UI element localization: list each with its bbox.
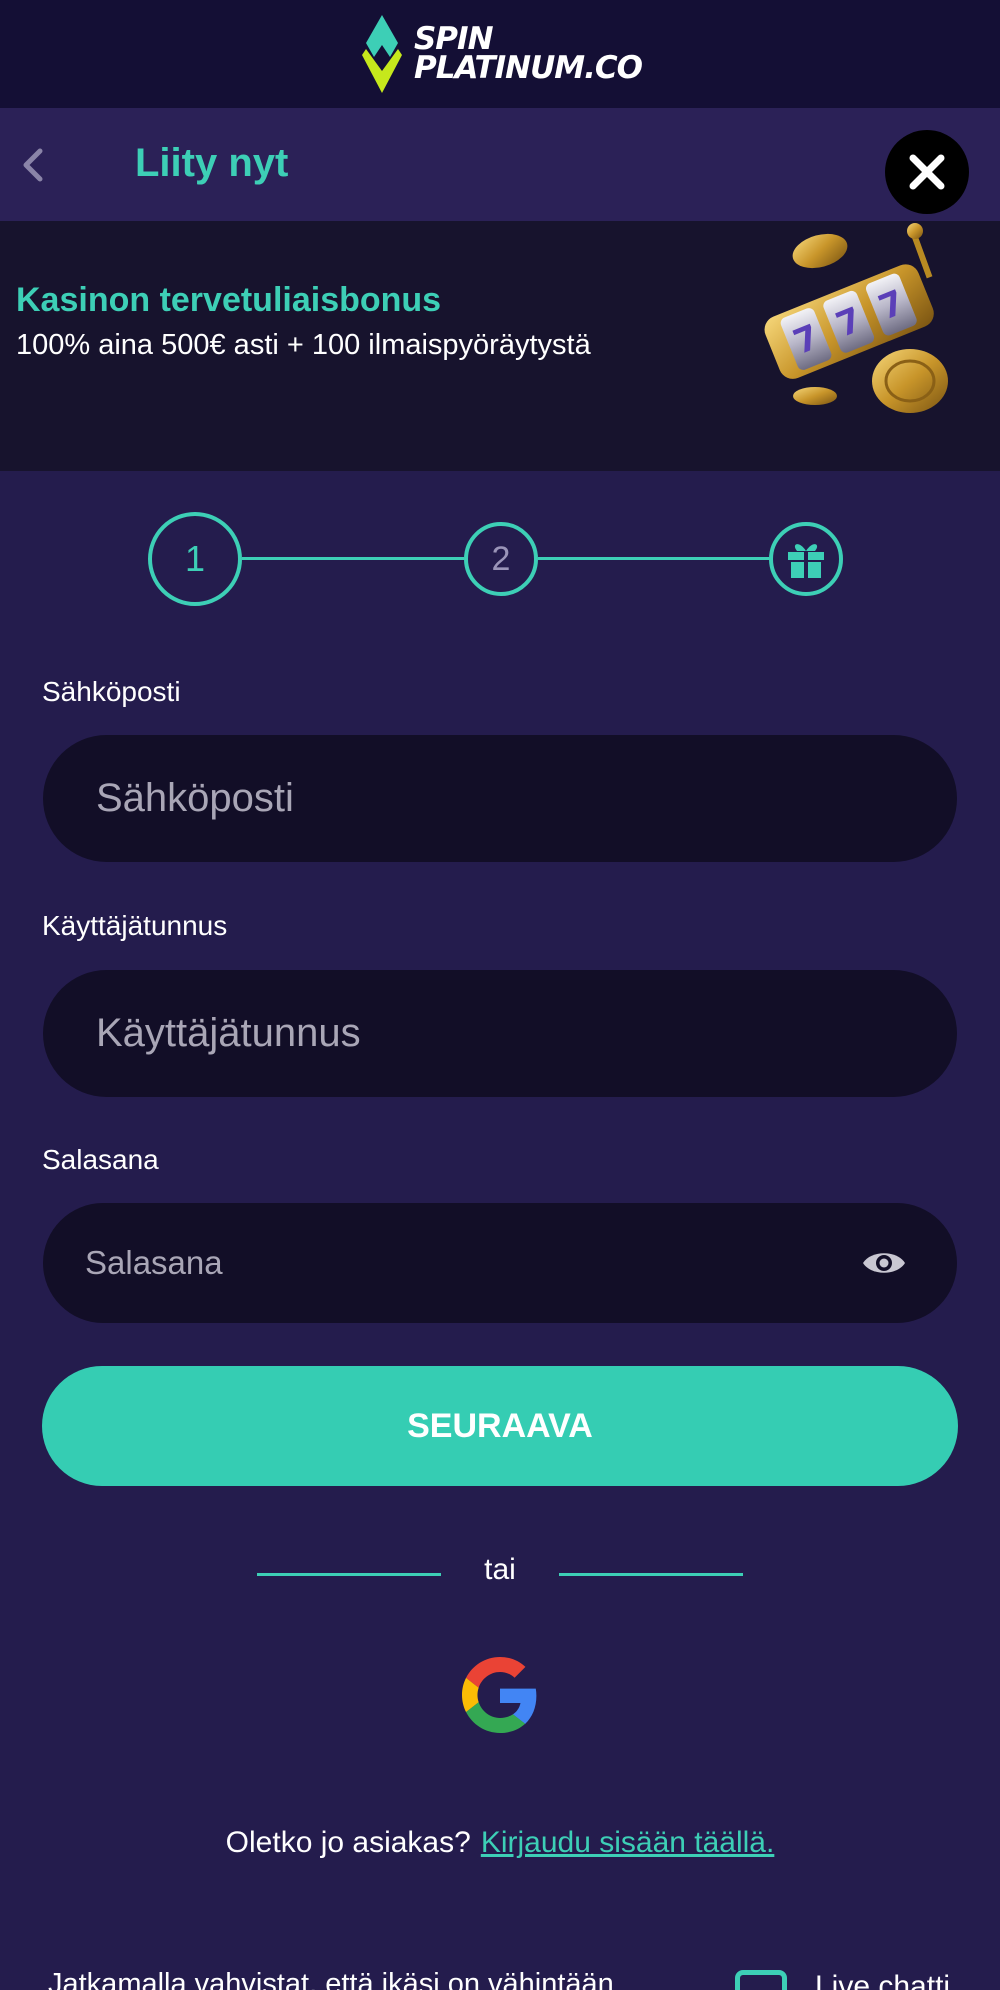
back-button[interactable] bbox=[14, 142, 50, 188]
consent-checkbox[interactable] bbox=[735, 1970, 787, 1990]
step-1: 1 bbox=[148, 512, 242, 606]
stepper-line-1 bbox=[242, 557, 464, 560]
bonus-title: Kasinon tervetuliaisbonus bbox=[16, 281, 442, 319]
eye-icon[interactable] bbox=[861, 1248, 907, 1278]
step-1-label: 1 bbox=[184, 538, 206, 579]
login-prompt-text: Oletko jo asiakas? bbox=[225, 1826, 471, 1859]
brand-logo[interactable]: SPIN PLATINUM.CO bbox=[358, 15, 643, 93]
signup-stepper: 1 2 bbox=[0, 510, 1000, 610]
brand-mark-icon bbox=[361, 15, 402, 93]
password-input[interactable] bbox=[85, 1244, 827, 1282]
step-2-label: 2 bbox=[491, 539, 511, 578]
stepper-line-2 bbox=[538, 557, 769, 560]
next-button[interactable]: SEURAAVA bbox=[42, 1366, 958, 1486]
divider-text: tai bbox=[484, 1553, 516, 1586]
username-field-wrapper bbox=[43, 970, 957, 1097]
close-icon bbox=[909, 154, 945, 190]
email-label: Sähköposti bbox=[42, 676, 181, 707]
username-input[interactable] bbox=[96, 1011, 957, 1056]
page-header: Liity nyt bbox=[0, 108, 1000, 221]
email-input[interactable] bbox=[96, 776, 957, 821]
brand-line-2: PLATINUM.CO bbox=[413, 50, 643, 86]
gift-icon bbox=[788, 544, 824, 578]
top-brand-bar: SPIN PLATINUM.CO bbox=[0, 0, 1000, 108]
email-field-wrapper bbox=[43, 735, 957, 862]
page-title: Liity nyt bbox=[135, 141, 289, 185]
brand-wordmark: SPIN PLATINUM.CO bbox=[413, 24, 643, 86]
login-link[interactable]: Kirjaudu sisään täällä. bbox=[481, 1826, 775, 1859]
google-signin-button[interactable] bbox=[460, 1655, 540, 1735]
login-prompt-row: Oletko jo asiakas? Kirjaudu sisään täällä… bbox=[0, 1826, 1000, 1860]
slot-machine-coins-illustration: 7 7 7 bbox=[764, 223, 948, 413]
username-label: Käyttäjätunnus bbox=[42, 910, 228, 941]
age-consent-text: Jatkamalla vahvistat, että ikäsi on vähi… bbox=[48, 1968, 614, 1990]
bonus-banner: Kasinon tervetuliaisbonus 100% aina 500€… bbox=[0, 221, 1000, 471]
password-label: Salasana bbox=[42, 1144, 159, 1175]
password-field-wrapper bbox=[43, 1203, 957, 1323]
step-3-gift bbox=[769, 522, 843, 596]
step-2: 2 bbox=[464, 522, 538, 596]
close-button[interactable] bbox=[885, 130, 969, 214]
bonus-subtitle: 100% aina 500€ asti + 100 ilmaispyöräyty… bbox=[16, 329, 591, 361]
chevron-left-icon bbox=[23, 148, 43, 182]
google-icon bbox=[462, 1657, 537, 1733]
divider-line-right bbox=[559, 1573, 743, 1576]
live-chat-button[interactable]: Live chatti bbox=[815, 1970, 950, 1990]
